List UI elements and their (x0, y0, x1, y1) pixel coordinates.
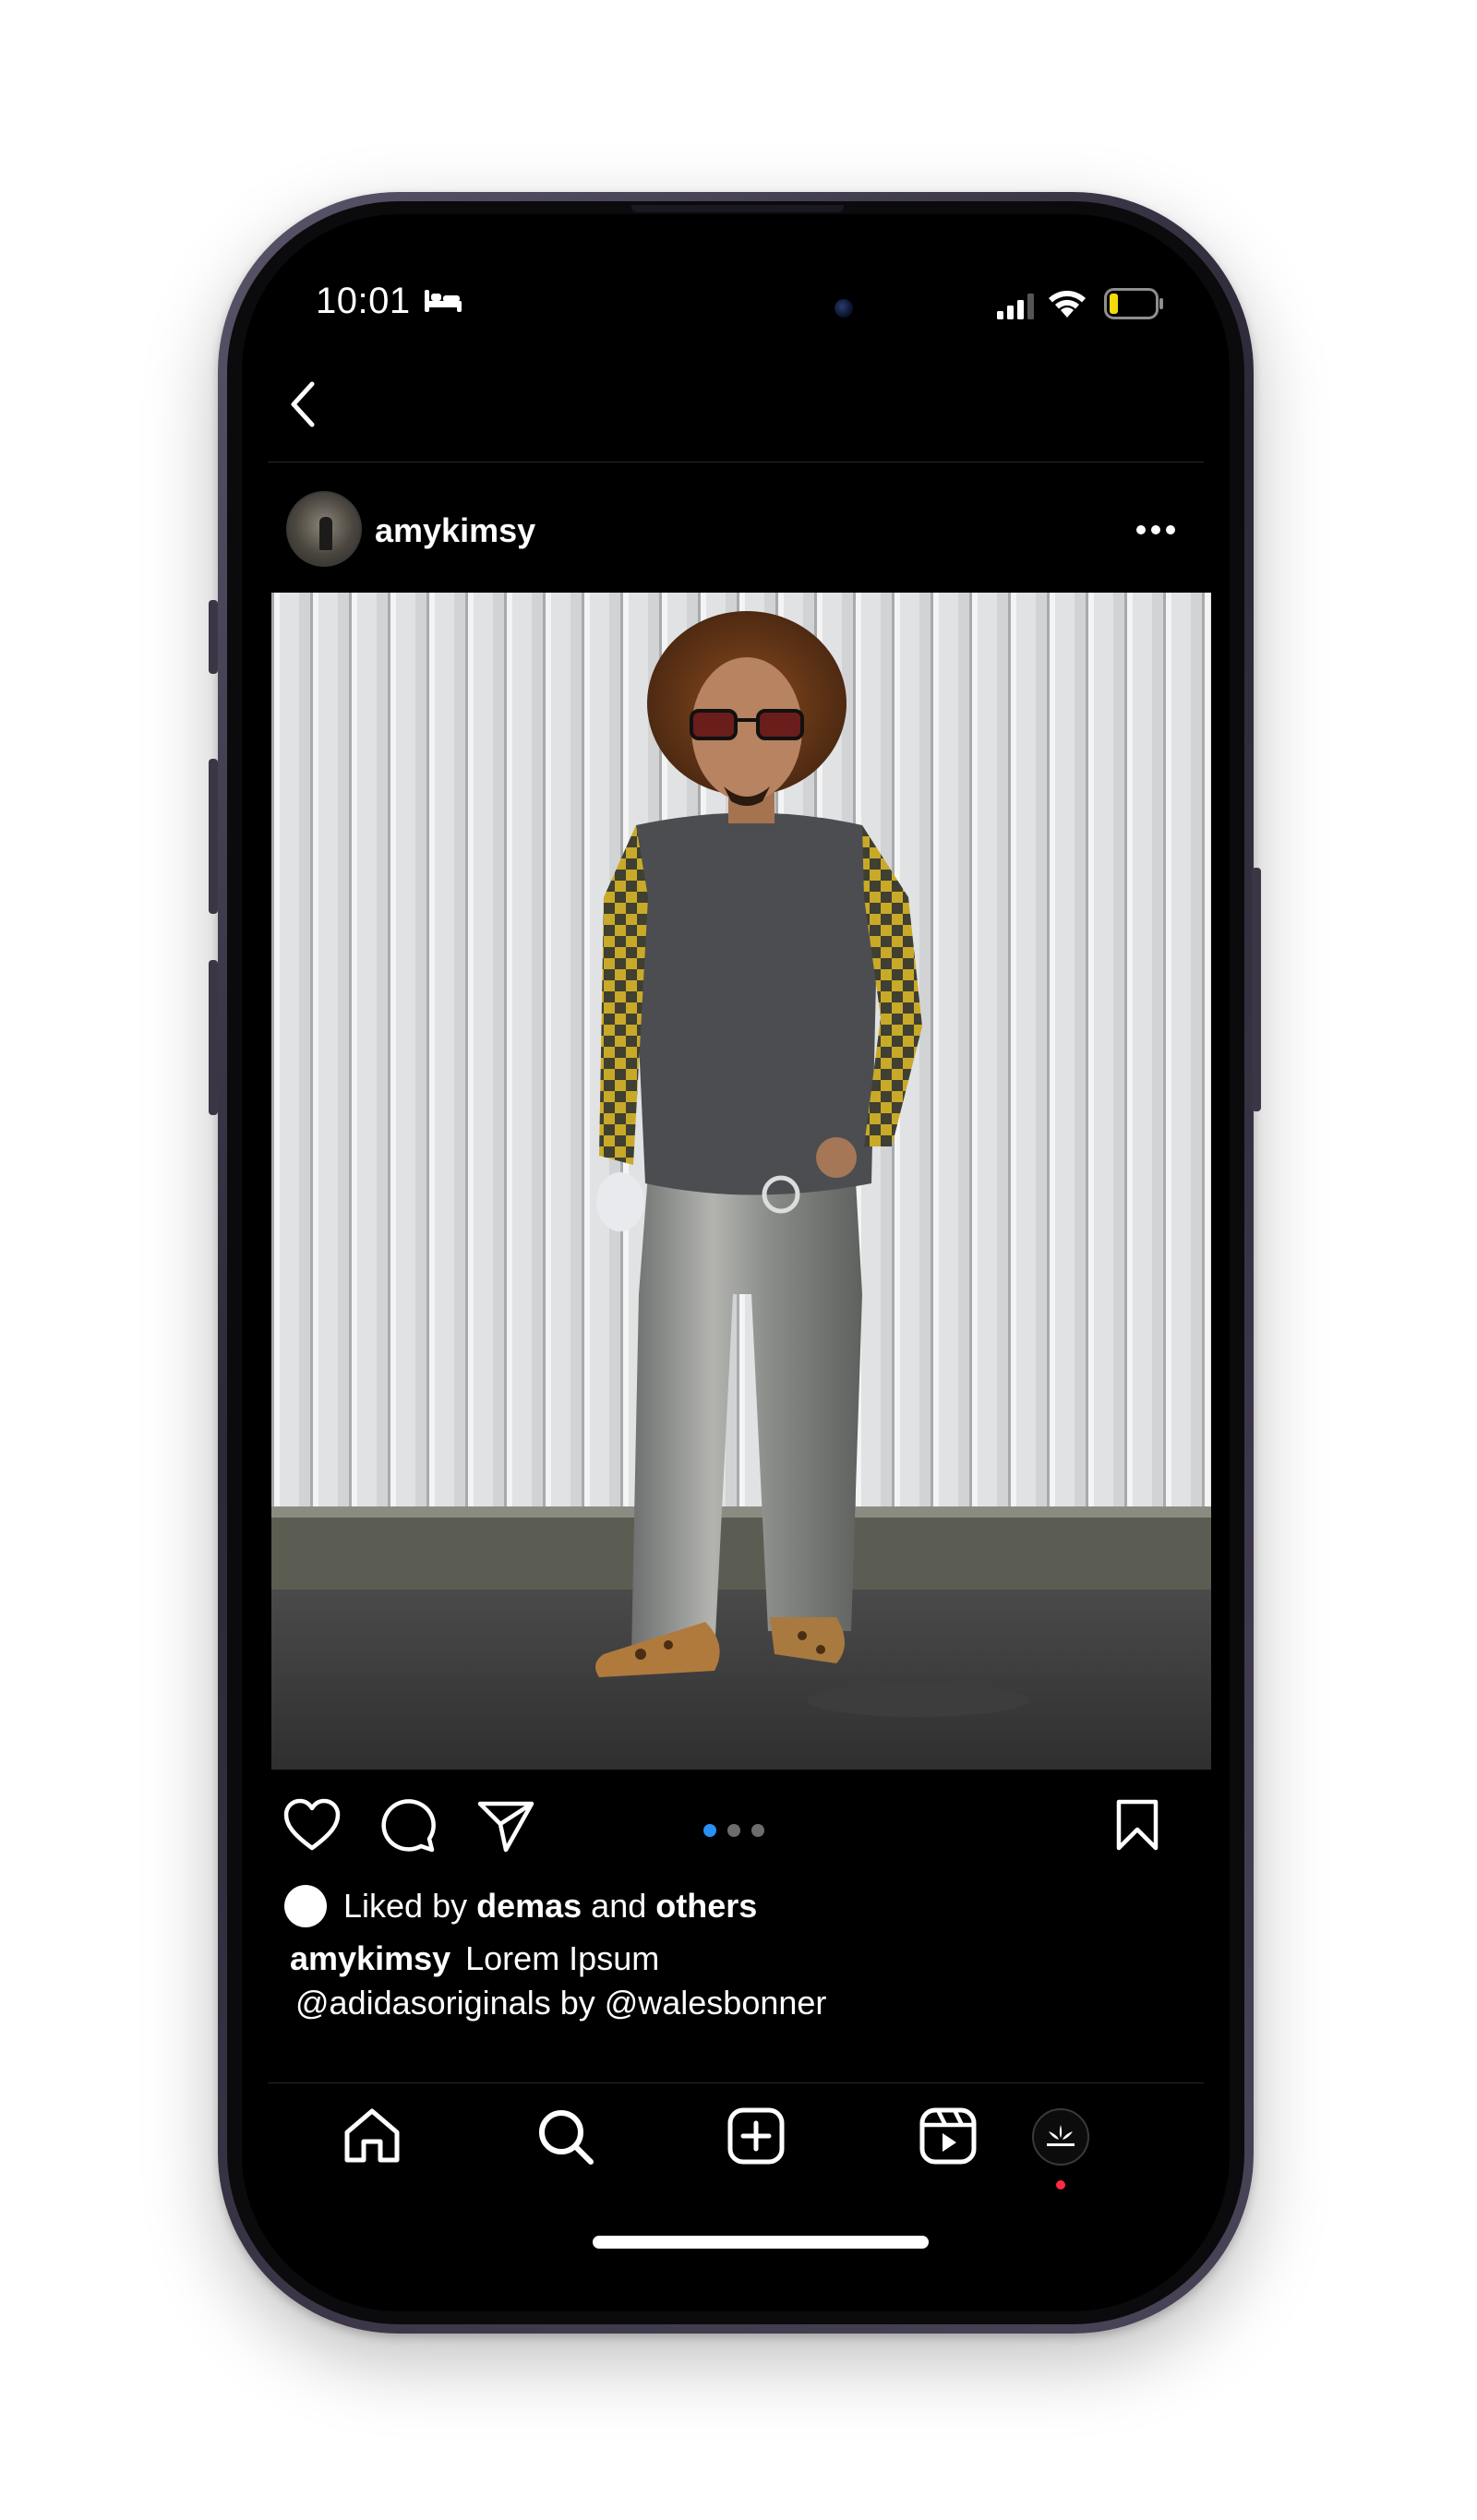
liked-by-avatar (284, 1885, 327, 1927)
liked-by-middle: and (582, 1887, 656, 1925)
front-camera (835, 299, 853, 318)
signal-icon (997, 294, 1034, 319)
side-button-volume-down (209, 960, 218, 1115)
notification-dot (1056, 2180, 1065, 2190)
home-icon[interactable] (342, 2106, 402, 2166)
battery-low-icon (1104, 288, 1163, 319)
profile-adidas-icon (1047, 2125, 1075, 2146)
carousel-dot-active (703, 1824, 716, 1837)
more-horizontal-icon[interactable] (1135, 524, 1176, 535)
bed-icon (425, 290, 462, 312)
post-caption: amykimsy Lorem Ipsum @adidasoriginals by … (290, 1937, 1176, 2025)
liked-by-others[interactable]: others (655, 1887, 757, 1926)
chevron-left-icon[interactable] (284, 378, 321, 430)
post-author-username[interactable]: amykimsy (375, 511, 535, 550)
create-icon[interactable] (726, 2106, 787, 2166)
profile-tab[interactable] (1032, 2108, 1089, 2166)
carousel-indicator (703, 1824, 764, 1837)
post-author-avatar[interactable] (286, 491, 362, 567)
caption-text: Lorem Ipsum (465, 1939, 660, 1977)
heart-icon[interactable] (282, 1798, 342, 1852)
wifi-icon (1049, 291, 1086, 318)
carousel-dot (751, 1824, 764, 1837)
post-photo-illustration (271, 593, 1211, 1770)
side-button-volume-up (209, 759, 218, 914)
tab-bar-divider (268, 2082, 1204, 2083)
post-photo[interactable] (271, 593, 1211, 1770)
comment-icon[interactable] (378, 1798, 438, 1854)
share-icon[interactable] (476, 1798, 535, 1854)
bookmark-icon[interactable] (1113, 1798, 1161, 1852)
reels-icon[interactable] (918, 2106, 979, 2166)
liked-by-name[interactable]: demas (476, 1887, 582, 1926)
side-button-mute (209, 600, 218, 674)
speaker-grille (631, 205, 844, 212)
liked-by-row[interactable]: Liked by demas and others (284, 1885, 757, 1927)
status-time: 10:01 (316, 281, 411, 321)
liked-by-prefix: Liked by (343, 1887, 477, 1925)
carousel-dot (727, 1824, 740, 1837)
caption-username[interactable]: amykimsy (290, 1939, 450, 1977)
caption-mentions[interactable]: @adidasoriginals by @walesbonner (290, 1981, 1176, 2025)
home-indicator[interactable] (593, 2236, 929, 2249)
side-button-power (1252, 868, 1261, 1111)
phone-screen: 10:01 amykimsy Liked by demas and others… (242, 214, 1230, 2311)
search-icon[interactable] (535, 2106, 596, 2166)
